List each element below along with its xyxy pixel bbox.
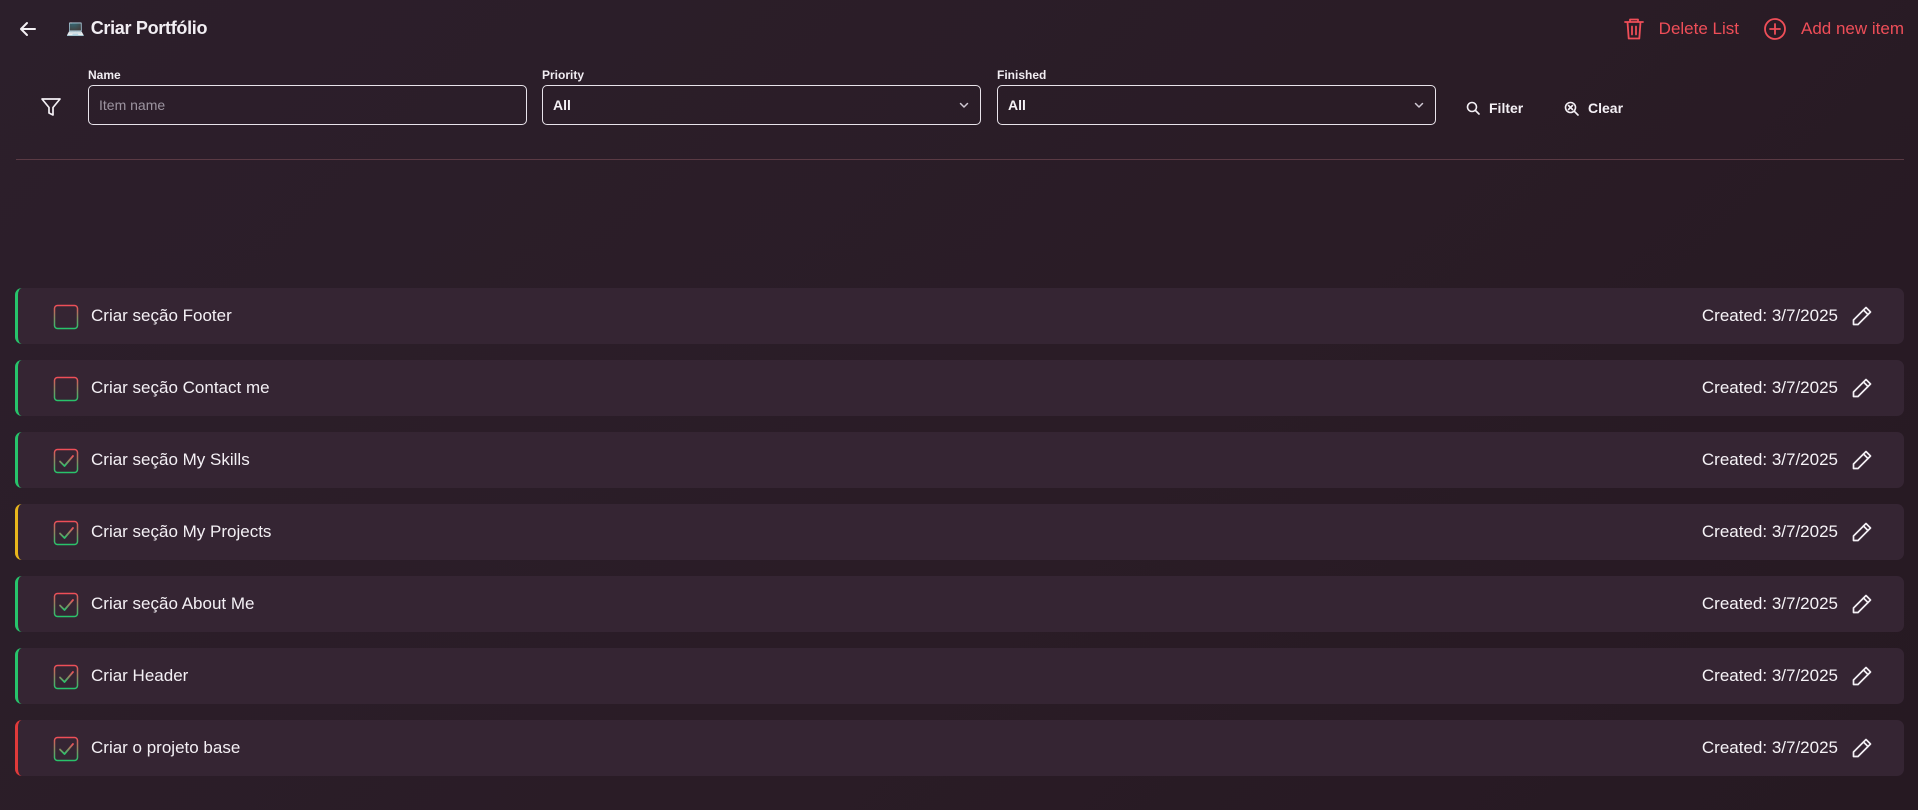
list-item: Criar seção My Skills Created: 3/7/2025 — [15, 432, 1904, 488]
pencil-icon — [1852, 594, 1872, 614]
filter-button[interactable]: Filter — [1456, 88, 1533, 128]
item-name: Criar seção About Me — [91, 594, 255, 613]
item-name: Criar seção My Projects — [91, 522, 272, 541]
checkbox-checked-icon — [53, 592, 79, 618]
search-icon — [1466, 101, 1480, 115]
checkbox-checked-icon — [53, 664, 79, 690]
list-item: Criar seção About Me Created: 3/7/2025 — [15, 576, 1904, 632]
header-actions: Delete List Add new item — [1623, 14, 1904, 44]
item-created-date: Created: 3/7/2025 — [1701, 666, 1838, 685]
item-checkbox[interactable] — [53, 592, 79, 618]
priority-select[interactable]: All — [542, 85, 981, 125]
item-name: Criar Header — [91, 666, 189, 685]
item-created-date: Created: 3/7/2025 — [1701, 594, 1838, 613]
name-filter-label: Name — [88, 68, 121, 82]
item-name: Criar seção Footer — [91, 306, 232, 325]
item-created-date: Created: 3/7/2025 — [1701, 378, 1838, 397]
edit-button[interactable] — [1850, 376, 1874, 400]
edit-button[interactable] — [1850, 592, 1874, 616]
todo-list: Criar seção Footer Created: 3/7/2025 Cri… — [15, 288, 1904, 792]
clear-button[interactable]: Clear — [1554, 88, 1633, 128]
checkbox-checked-icon — [53, 448, 79, 474]
finished-filter: Finished All — [997, 68, 1436, 125]
name-filter-box — [88, 85, 527, 125]
chevron-down-icon — [1414, 102, 1424, 108]
checkbox-checked-icon — [53, 736, 79, 762]
item-checkbox[interactable] — [53, 376, 79, 402]
item-checkbox[interactable] — [53, 736, 79, 762]
filter-toggle[interactable] — [38, 94, 64, 120]
finished-select-value: All — [1008, 97, 1026, 113]
item-created-date: Created: 3/7/2025 — [1701, 306, 1838, 325]
pencil-icon — [1852, 522, 1872, 542]
name-filter: Name — [88, 68, 527, 125]
arrow-left-icon — [20, 22, 36, 36]
pencil-icon — [1852, 378, 1872, 398]
list-item: Criar o projeto base Created: 3/7/2025 — [15, 720, 1904, 776]
priority-filter-label: Priority — [542, 68, 585, 82]
pencil-icon — [1852, 738, 1872, 758]
delete-list-button[interactable]: Delete List — [1623, 14, 1739, 44]
item-checkbox[interactable] — [53, 664, 79, 690]
trash-icon — [1623, 18, 1644, 40]
item-name: Criar o projeto base — [91, 738, 241, 757]
checkbox-unchecked-icon — [53, 376, 79, 402]
funnel-icon — [41, 98, 61, 116]
item-created-date: Created: 3/7/2025 — [1701, 522, 1838, 541]
item-checkbox[interactable] — [53, 520, 79, 546]
pencil-icon — [1852, 666, 1872, 686]
edit-button[interactable] — [1850, 304, 1874, 328]
item-name: Criar seção Contact me — [91, 378, 270, 397]
clear-button-label: Clear — [1588, 100, 1624, 116]
item-created-date: Created: 3/7/2025 — [1701, 738, 1838, 757]
checkbox-unchecked-icon — [53, 304, 79, 330]
pencil-icon — [1852, 306, 1872, 326]
finished-select[interactable]: All — [997, 85, 1436, 125]
finished-filter-label: Finished — [997, 68, 1047, 82]
back-button[interactable] — [16, 17, 40, 41]
edit-button[interactable] — [1850, 520, 1874, 544]
page-title-wrap: 💻 Criar Portfólio — [66, 16, 208, 40]
divider — [16, 159, 1904, 160]
list-item: Criar Header Created: 3/7/2025 — [15, 648, 1904, 704]
list-item: Criar seção Footer Created: 3/7/2025 — [15, 288, 1904, 344]
plus-circle-icon — [1764, 18, 1786, 40]
item-created-date: Created: 3/7/2025 — [1701, 450, 1838, 469]
item-checkbox[interactable] — [53, 304, 79, 330]
laptop-icon: 💻 — [66, 19, 85, 37]
edit-button[interactable] — [1850, 448, 1874, 472]
filter-button-label: Filter — [1489, 100, 1524, 116]
add-new-item-label: Add new item — [1801, 19, 1904, 38]
zoom-out-icon — [1564, 101, 1579, 116]
edit-button[interactable] — [1850, 736, 1874, 760]
priority-select-value: All — [553, 97, 571, 113]
header: 💻 Criar Portfólio Delete List Add new it… — [0, 0, 1918, 58]
pencil-icon — [1852, 450, 1872, 470]
name-filter-input[interactable] — [99, 97, 516, 113]
filter-bar: Name Priority All Finished All Filter — [0, 64, 1918, 136]
chevron-down-icon — [959, 102, 969, 108]
list-item: Criar seção Contact me Created: 3/7/2025 — [15, 360, 1904, 416]
edit-button[interactable] — [1850, 664, 1874, 688]
priority-filter: Priority All — [542, 68, 981, 125]
add-new-item-button[interactable]: Add new item — [1763, 14, 1904, 44]
item-checkbox[interactable] — [53, 448, 79, 474]
item-name: Criar seção My Skills — [91, 450, 250, 469]
list-item: Criar seção My Projects Created: 3/7/202… — [15, 504, 1904, 560]
checkbox-checked-icon — [53, 520, 79, 546]
delete-list-label: Delete List — [1658, 19, 1739, 38]
page-title: Criar Portfólio — [90, 18, 208, 38]
